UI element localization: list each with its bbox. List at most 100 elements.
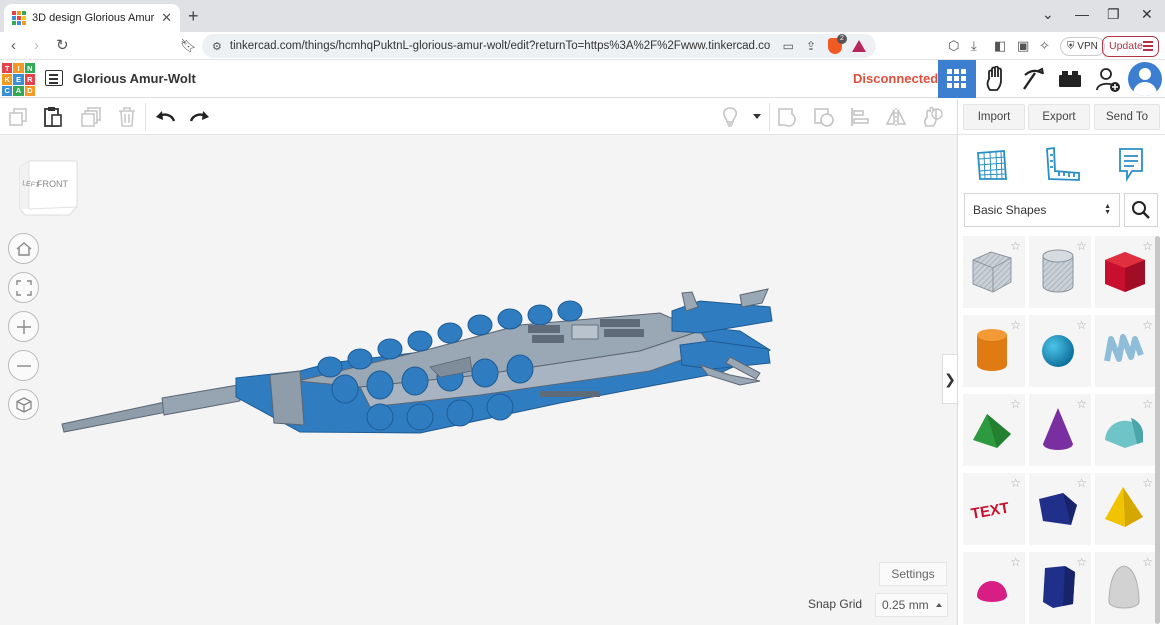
shape-cylinder-hole[interactable]: ☆ <box>1029 236 1091 308</box>
shape-box[interactable]: ☆ <box>1095 236 1157 308</box>
align-button[interactable] <box>848 105 872 129</box>
send-to-button[interactable]: Send To <box>1094 104 1160 130</box>
copy-button[interactable] <box>6 105 30 129</box>
brave-rewards-icon[interactable] <box>852 40 866 52</box>
caret-up-icon <box>936 603 942 607</box>
snap-grid-select[interactable]: 0.25 mm <box>875 593 948 617</box>
wallet-icon[interactable]: ▣ <box>1017 38 1029 54</box>
tinkercad-logo[interactable]: T I N K E R C A D <box>2 63 35 96</box>
workplane-canvas[interactable]: LEFT FRONT ❯ Settings Snap Grid 0.25 mm <box>0 135 957 625</box>
brave-badge: 2 <box>837 34 847 44</box>
sidebar-icon[interactable]: ◧ <box>994 38 1006 54</box>
3d-view-button[interactable] <box>938 60 976 98</box>
logo-letter: E <box>13 74 24 85</box>
panel-scrollbar[interactable] <box>1155 236 1160 624</box>
snap-grid-label: Snap Grid <box>808 597 863 611</box>
paste-button[interactable] <box>41 105 65 129</box>
tab-title: 3D design Glorious Amur-Wolt <box>32 12 155 24</box>
shape-search-button[interactable] <box>1124 193 1158 227</box>
download-icon[interactable]: ⤓ <box>971 38 977 54</box>
maximize-button[interactable]: ❐ <box>1107 6 1120 23</box>
reload-button[interactable]: ↻ <box>56 37 69 55</box>
close-window-button[interactable]: ✕ <box>1141 6 1153 23</box>
ungroup-button[interactable] <box>812 105 836 129</box>
vpn-button[interactable]: ⛨ VPN <box>1060 37 1105 56</box>
brave-shields-icon[interactable]: 2 <box>828 34 847 54</box>
browser-tab-bar: 3D design Glorious Amur-Wolt ✕ + ⌄ — ❐ ✕ <box>0 0 1165 32</box>
logo-letter: N <box>24 63 35 74</box>
shape-cylinder[interactable]: ☆ <box>963 315 1025 387</box>
note-icon <box>1119 148 1143 183</box>
browser-address-bar: ‹ › ↻ 🔖︎ ⚙ tinkercad.com/things/hcmhqPuk… <box>0 32 1165 60</box>
url-field[interactable]: ⚙ tinkercad.com/things/hcmhqPuktnL-glori… <box>202 34 876 58</box>
shape-sphere[interactable]: ☆ <box>1029 315 1091 387</box>
site-settings-icon[interactable]: ⚙ <box>212 40 222 53</box>
bricks-button[interactable] <box>1051 60 1089 98</box>
shape-half-sphere[interactable]: ☆ <box>963 552 1025 624</box>
extensions-icon[interactable]: ⬡ <box>948 38 959 54</box>
delete-button[interactable] <box>115 105 139 129</box>
notes-dropdown[interactable] <box>745 105 769 129</box>
bookmark-icon[interactable]: 🔖︎ <box>180 37 197 55</box>
shape-text[interactable]: ☆ TEXT <box>963 473 1025 545</box>
group-button[interactable] <box>776 105 800 129</box>
blocks-button[interactable] <box>1014 60 1052 98</box>
logo-letter: D <box>24 85 35 96</box>
import-button[interactable]: Import <box>963 104 1025 130</box>
avatar[interactable] <box>1128 62 1162 96</box>
shape-paraboloid[interactable]: ☆ <box>1095 552 1157 624</box>
redo-button[interactable] <box>188 105 212 129</box>
shape-pyramid[interactable]: ☆ <box>1095 473 1157 545</box>
design-title[interactable]: Glorious Amur-Wolt <box>73 71 196 86</box>
ruler-tool-button[interactable] <box>1043 143 1083 183</box>
shape-cone[interactable]: ☆ <box>1029 394 1091 466</box>
grid-icon <box>947 69 966 88</box>
new-tab-button[interactable]: + <box>188 6 199 26</box>
align-icon <box>851 108 869 126</box>
shape-roof[interactable]: ☆ <box>963 394 1025 466</box>
notes-button[interactable] <box>718 105 742 129</box>
shape-polygon[interactable]: ☆ <box>1029 552 1091 624</box>
shape-wedge[interactable]: ☆ <box>1029 473 1091 545</box>
workplane-tool-button[interactable] <box>972 143 1012 183</box>
forward-button[interactable]: › <box>34 37 39 55</box>
snap-grid-value: 0.25 mm <box>882 598 929 612</box>
cruise-button[interactable] <box>920 105 944 129</box>
connection-status: Disconnected <box>853 71 939 86</box>
group-icon <box>778 108 796 127</box>
collapse-panel-button[interactable]: ❯ <box>942 354 957 404</box>
hand-icon <box>986 66 1002 91</box>
design-list-icon[interactable] <box>45 70 63 86</box>
settings-button[interactable]: Settings <box>879 562 947 586</box>
close-tab-icon[interactable]: ✕ <box>161 10 172 26</box>
cast-icon[interactable]: ▭ <box>783 39 794 53</box>
export-toolbar: Import Export Send To <box>957 99 1165 135</box>
mirror-button[interactable] <box>884 105 908 129</box>
share-icon[interactable]: ⇪ <box>806 39 816 53</box>
workplane-grid-icon <box>977 150 1007 180</box>
add-person-icon <box>1096 68 1120 92</box>
update-button[interactable]: Update <box>1102 36 1159 57</box>
chevron-right-icon: ❯ <box>944 370 956 387</box>
minimize-button[interactable]: — <box>1075 6 1089 22</box>
sim-lab-button[interactable] <box>977 60 1015 98</box>
export-button[interactable]: Export <box>1028 104 1090 130</box>
leo-ai-icon[interactable]: ✧ <box>1039 38 1050 54</box>
shape-round-roof[interactable]: ☆ <box>1095 394 1157 466</box>
tab-list-chevron-icon[interactable]: ⌄ <box>1042 6 1054 23</box>
invite-button[interactable] <box>1089 60 1127 98</box>
duplicate-button[interactable] <box>79 105 103 129</box>
notes-tool-button[interactable] <box>1110 143 1150 183</box>
tinkercad-favicon-icon <box>12 11 26 25</box>
shape-library-select[interactable]: Basic Shapes ▲ ▼ <box>964 193 1120 227</box>
copy-icon <box>9 108 27 126</box>
redo-icon <box>190 111 209 122</box>
back-button[interactable]: ‹ <box>11 37 16 55</box>
spaceship-model[interactable] <box>0 135 957 625</box>
undo-button[interactable] <box>153 105 177 129</box>
shape-box-hole[interactable]: ☆ <box>963 236 1025 308</box>
browser-tab[interactable]: 3D design Glorious Amur-Wolt ✕ <box>4 4 180 32</box>
shape-scribble[interactable]: ☆ <box>1095 315 1157 387</box>
trash-icon <box>119 107 135 127</box>
logo-letter: R <box>24 74 35 85</box>
